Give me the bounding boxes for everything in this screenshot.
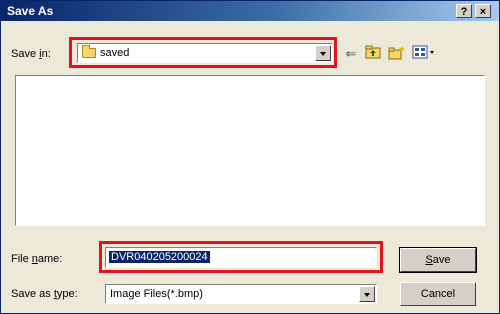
save-as-type-dropdown[interactable]: Image Files(*.bmp) [105, 284, 377, 304]
save-as-type-label-suffix: ype: [56, 288, 78, 300]
dialog-title: Save As [7, 4, 54, 18]
save-label: ave [432, 254, 451, 266]
title-bar[interactable]: Save As ? × [1, 1, 499, 21]
view-menu-icon[interactable] [411, 45, 439, 63]
help-button[interactable]: ? [456, 4, 472, 18]
cancel-button[interactable]: Cancel [400, 282, 476, 306]
new-folder-icon[interactable] [387, 45, 407, 63]
save-in-label-suffix: n: [41, 48, 51, 60]
back-arrow-icon[interactable]: ⇐ [341, 45, 361, 63]
file-name-label: File name: [11, 253, 62, 265]
save-in-highlight [69, 37, 337, 68]
save-as-type-label-text: Save as [11, 288, 54, 300]
up-folder-icon[interactable] [363, 45, 383, 63]
save-as-dialog: Save As ? × Save in: saved ⇐ File name: … [0, 0, 500, 314]
save-as-type-dropdown-arrow[interactable] [359, 286, 375, 302]
save-as-type-label: Save as type: [11, 288, 78, 300]
file-name-label-text: File [11, 253, 32, 265]
file-name-label-suffix: ame: [37, 253, 63, 265]
save-in-label: Save in: [11, 48, 51, 60]
save-as-type-value: Image Files(*.bmp) [110, 288, 203, 300]
close-button[interactable]: × [475, 4, 491, 18]
save-button[interactable]: Save [399, 247, 477, 273]
save-in-label-text: Save [11, 48, 40, 60]
save-accesskey: S [425, 254, 433, 266]
file-name-highlight [99, 241, 383, 273]
file-list[interactable] [15, 75, 485, 226]
